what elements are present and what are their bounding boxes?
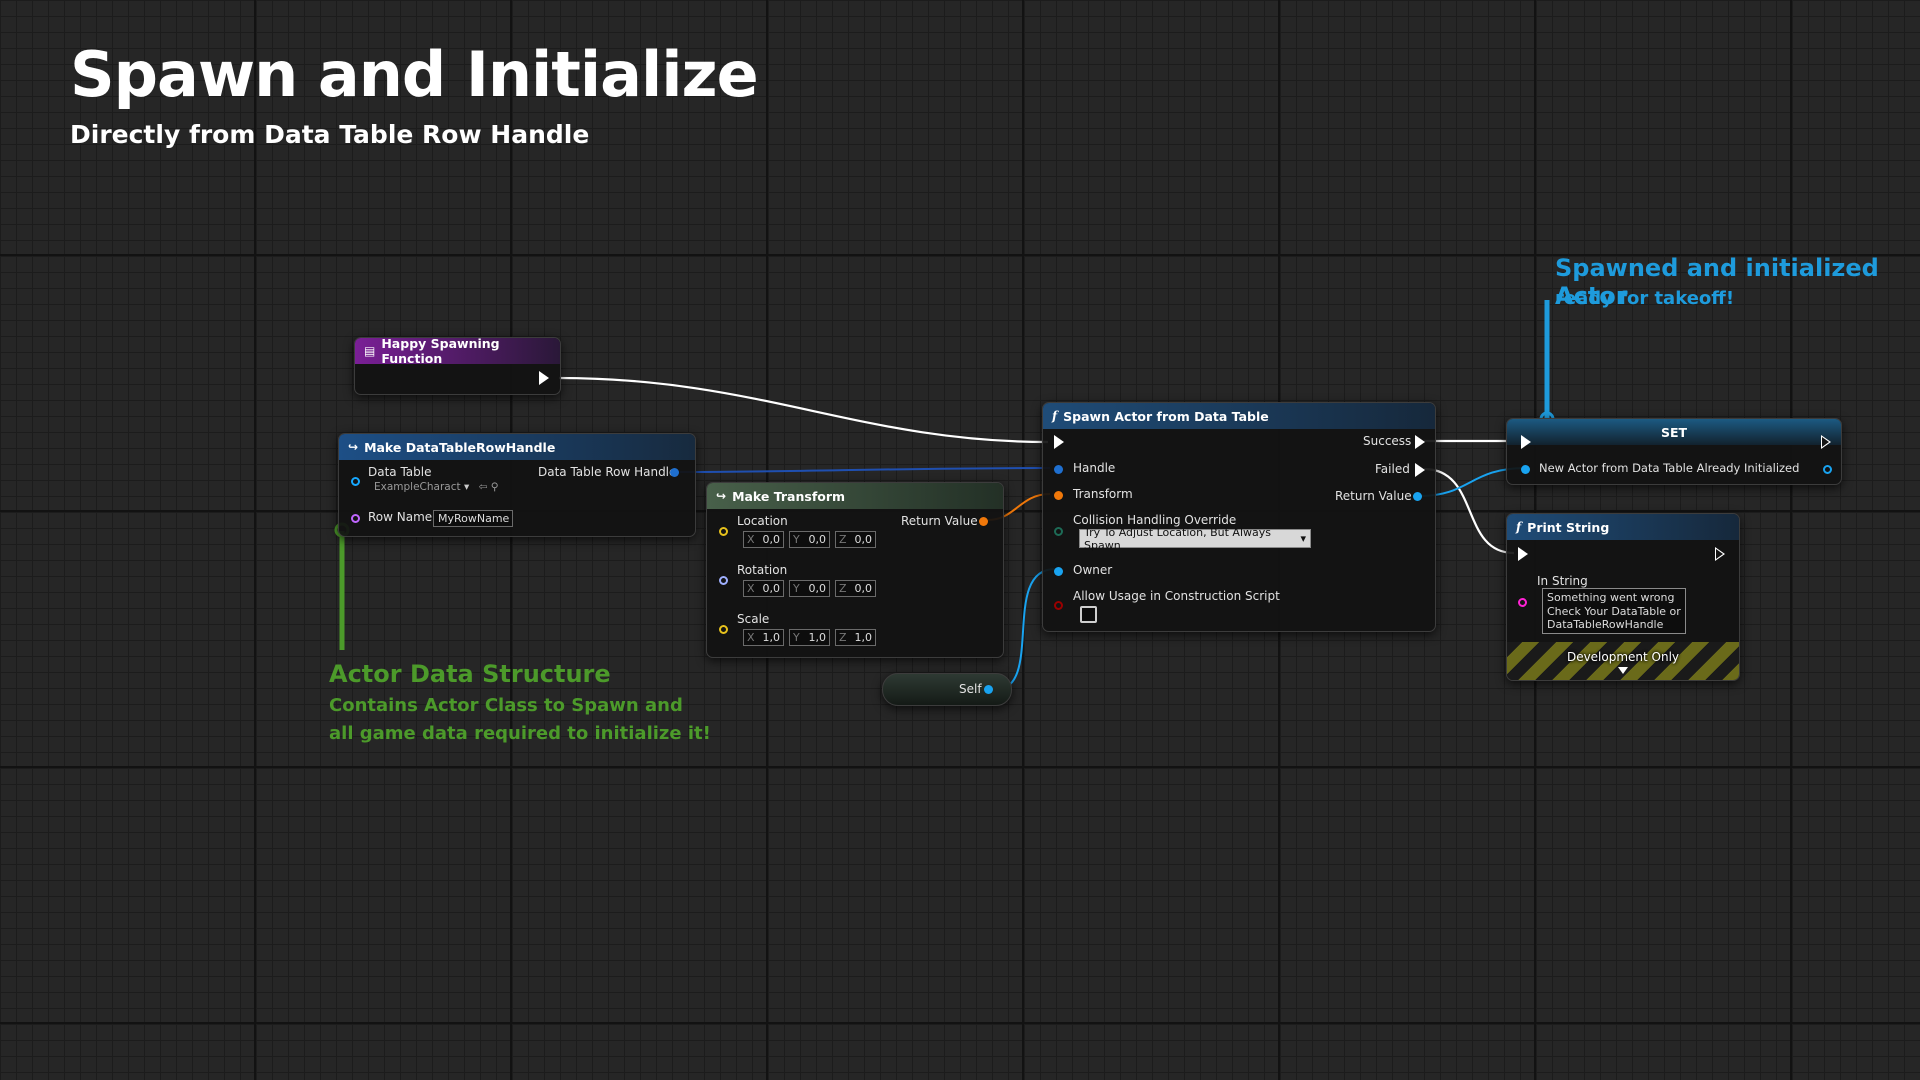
spawn-return-pin[interactable]	[1413, 492, 1422, 501]
print-string-title: Print String	[1527, 519, 1610, 535]
set-value-out-pin[interactable]	[1823, 465, 1832, 474]
print-exec-in-pin[interactable]	[1518, 547, 1528, 561]
location-y-field[interactable]: Y 0,0	[789, 531, 830, 548]
spawn-actor-header[interactable]: f Spawn Actor from Data Table	[1043, 403, 1435, 429]
scale-pin[interactable]	[719, 625, 728, 634]
transform-return-label: Return Value	[901, 514, 978, 528]
make-handle-header[interactable]: ↪ Make DataTableRowHandle	[339, 434, 695, 460]
make-struct-icon: ↪	[716, 489, 727, 503]
spawn-exec-in-pin[interactable]	[1054, 435, 1064, 449]
print-exec-out-pin[interactable]	[1715, 547, 1725, 561]
make-datatable-row-handle-node[interactable]: ↪ Make DataTableRowHandle Data Table Exa…	[338, 433, 696, 537]
wire-handle-to-spawn	[679, 467, 1051, 473]
success-exec-pin[interactable]	[1415, 435, 1425, 449]
event-icon: ▤	[364, 344, 376, 358]
set-exec-in-pin[interactable]	[1521, 435, 1531, 449]
print-string-node[interactable]: f Print String In String Something went …	[1506, 513, 1740, 681]
owner-pin[interactable]	[1054, 567, 1063, 576]
failed-label: Failed	[1375, 462, 1410, 476]
wire-failed-to-print	[1423, 467, 1515, 555]
collision-dropdown[interactable]: Try To Adjust Location, But Always Spawn…	[1079, 526, 1311, 552]
location-x-field[interactable]: X 0,0	[743, 531, 784, 548]
set-exec-out-pin[interactable]	[1821, 435, 1831, 449]
spawn-transform-pin[interactable]	[1054, 491, 1063, 500]
location-pin[interactable]	[719, 527, 728, 536]
chevron-down-icon: ▾	[1300, 532, 1306, 545]
development-only-strip[interactable]: Development Only	[1507, 642, 1739, 680]
in-string-textbox[interactable]: Something went wrong Check Your DataTabl…	[1542, 588, 1686, 634]
set-variable-node[interactable]: SET New Actor from Data Table Already In…	[1506, 418, 1842, 485]
failed-exec-pin[interactable]	[1415, 463, 1425, 477]
exec-out-pin[interactable]	[539, 371, 549, 385]
function-icon: f	[1052, 409, 1058, 423]
chevron-down-icon: ▾	[463, 481, 470, 493]
function-icon: f	[1516, 520, 1522, 534]
data-table-row-handle-label: Data Table Row Handle	[538, 465, 677, 479]
data-table-pin[interactable]	[351, 477, 360, 486]
spawn-actor-node[interactable]: f Spawn Actor from Data Table Handle Tra…	[1042, 402, 1436, 632]
data-table-asset-value[interactable]: ExampleCharact ▾ ⇦ ⚲	[374, 481, 498, 493]
make-struct-icon: ↪	[348, 440, 359, 454]
event-node-header[interactable]: ▤ Happy Spawning Function	[355, 336, 560, 366]
location-z-field[interactable]: Z 0,0	[835, 531, 876, 548]
rotation-x-field[interactable]: X 0,0	[743, 580, 784, 597]
location-label: Location	[737, 514, 788, 528]
development-only-label: Development Only	[1566, 650, 1680, 664]
set-variable-label: New Actor from Data Table Already Initia…	[1539, 461, 1800, 475]
rotation-pin[interactable]	[719, 576, 728, 585]
data-table-row-handle-pin[interactable]	[670, 468, 679, 477]
spawn-handle-label: Handle	[1073, 461, 1116, 475]
set-value-in-pin[interactable]	[1521, 465, 1530, 474]
self-out-pin[interactable]	[984, 685, 993, 694]
in-string-label: In String	[1537, 574, 1588, 588]
make-transform-title: Make Transform	[732, 488, 846, 504]
event-node-happy-spawning[interactable]: ▤ Happy Spawning Function	[354, 336, 561, 395]
data-table-label: Data Table	[368, 465, 432, 479]
allow-construction-pin[interactable]	[1054, 601, 1063, 610]
rotation-label: Rotation	[737, 563, 788, 577]
spawn-handle-pin[interactable]	[1054, 465, 1063, 474]
make-handle-title: Make DataTableRowHandle	[364, 439, 556, 455]
allow-construction-label: Allow Usage in Construction Script	[1073, 589, 1280, 603]
spawn-return-label: Return Value	[1335, 489, 1412, 503]
collision-pin[interactable]	[1054, 527, 1063, 536]
expand-arrow-icon[interactable]	[1618, 667, 1628, 674]
scale-x-field[interactable]: X 1,0	[743, 629, 784, 646]
use-selected-icon[interactable]: ⇦	[479, 481, 488, 493]
make-transform-node[interactable]: ↪ Make Transform Return Value Location X…	[706, 482, 1004, 658]
owner-label: Owner	[1073, 563, 1113, 577]
row-name-label: Row Name	[368, 510, 433, 524]
browse-icon[interactable]: ⚲	[491, 481, 499, 493]
print-string-header[interactable]: f Print String	[1507, 514, 1739, 540]
spawn-transform-label: Transform	[1073, 487, 1133, 501]
set-node-header[interactable]: SET	[1507, 419, 1841, 445]
success-label: Success	[1363, 434, 1412, 448]
rotation-z-field[interactable]: Z 0,0	[835, 580, 876, 597]
make-transform-header[interactable]: ↪ Make Transform	[707, 483, 1003, 509]
scale-y-field[interactable]: Y 1,0	[789, 629, 830, 646]
set-node-title: SET	[1660, 424, 1688, 440]
event-node-title: Happy Spawning Function	[381, 336, 500, 366]
row-name-input[interactable]: MyRowName	[433, 510, 513, 527]
rotation-y-field[interactable]: Y 0,0	[789, 580, 830, 597]
self-node[interactable]: Self	[882, 673, 1012, 706]
transform-return-pin[interactable]	[979, 517, 988, 526]
spawn-actor-title: Spawn Actor from Data Table	[1063, 408, 1269, 424]
self-label: Self	[959, 682, 982, 696]
scale-label: Scale	[737, 612, 770, 626]
in-string-pin[interactable]	[1518, 598, 1527, 607]
allow-construction-checkbox[interactable]	[1080, 606, 1097, 623]
row-name-pin[interactable]	[351, 514, 360, 523]
scale-z-field[interactable]: Z 1,0	[835, 629, 876, 646]
